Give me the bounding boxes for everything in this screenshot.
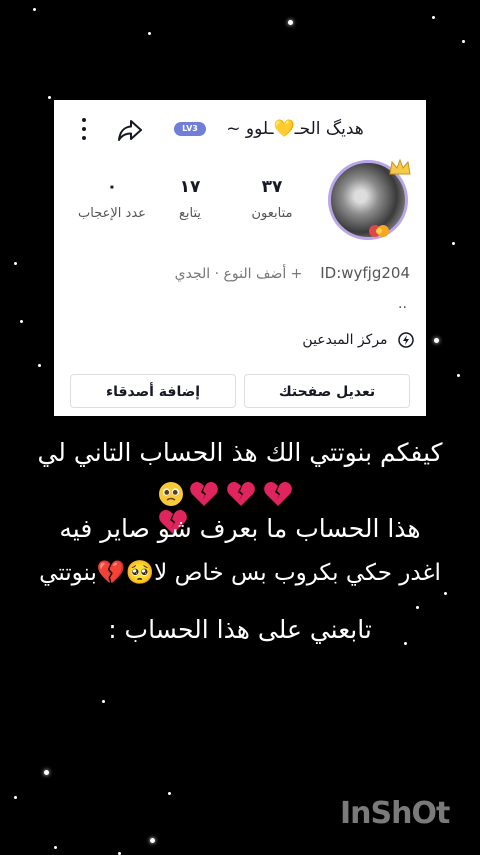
broken-heart-icon xyxy=(190,482,218,506)
lightning-bolt-icon xyxy=(398,332,414,348)
following-label: يتابع xyxy=(178,206,202,221)
zodiac-label: الجدي xyxy=(174,266,211,282)
user-id: ID:wyfjg204 xyxy=(320,264,410,282)
likes-label: عدد الإعجاب xyxy=(78,206,146,221)
profile-bio: .. xyxy=(398,296,407,312)
crown-icon xyxy=(389,158,411,175)
add-friends-button[interactable]: إضافة أصدقاء xyxy=(70,374,236,408)
creator-center-link[interactable]: مركز المبدعين xyxy=(254,332,414,354)
kebab-menu-icon[interactable] xyxy=(78,118,90,142)
followers-count: ٣٧ xyxy=(261,177,283,197)
edit-profile-button[interactable]: تعديل صفحتك xyxy=(244,374,410,408)
creator-center-label: مركز المبدعين xyxy=(302,332,388,348)
caption-line-4: اغدر حكي بكروب بس خاص لا🥺💔بنوتتي xyxy=(39,560,441,586)
emoji-row xyxy=(158,480,322,534)
avatar[interactable] xyxy=(328,158,414,246)
inshot-watermark: InShOt xyxy=(340,796,450,831)
level-badge: LV3 xyxy=(174,122,206,136)
caption-line-5: تابعني على هذا الحساب : xyxy=(108,615,372,644)
profile-screenshot: LV3 هديگ الحـ💛ـلوو ~ ٣٧ متابعون ١٧ يتابع… xyxy=(54,100,426,416)
add-gender-link[interactable]: + أضف النوع xyxy=(224,266,303,282)
stat-following[interactable]: ١٧ يتابع xyxy=(150,176,230,224)
profile-username: هديگ الحـ💛ـلوو ~ xyxy=(226,119,364,139)
likes-count: ٠ xyxy=(106,177,118,197)
followers-label: متابعون xyxy=(251,206,293,221)
meta-separator: · xyxy=(214,266,220,282)
broken-heart-icon xyxy=(264,482,293,506)
stat-followers[interactable]: ٣٧ متابعون xyxy=(232,176,312,224)
profile-top-bar: LV3 هديگ الحـ💛ـلوو ~ xyxy=(54,100,426,158)
following-count: ١٧ xyxy=(179,177,201,197)
profile-meta-row: ID:wyfjg204 + أضف النوع · الجدي xyxy=(164,264,410,286)
flower-decoration-icon xyxy=(369,225,389,237)
caption-line-3: هذا الحساب ما بعرف شو صاير فيه xyxy=(59,514,421,543)
caption-line-1: كيفكم بنوتتي الك هذ الحساب التاني لي xyxy=(37,438,443,467)
share-arrow-icon[interactable] xyxy=(116,116,144,144)
stat-likes[interactable]: ٠ عدد الإعجاب xyxy=(70,176,154,224)
pleading-face-icon xyxy=(159,482,183,506)
broken-heart-icon xyxy=(227,482,256,506)
